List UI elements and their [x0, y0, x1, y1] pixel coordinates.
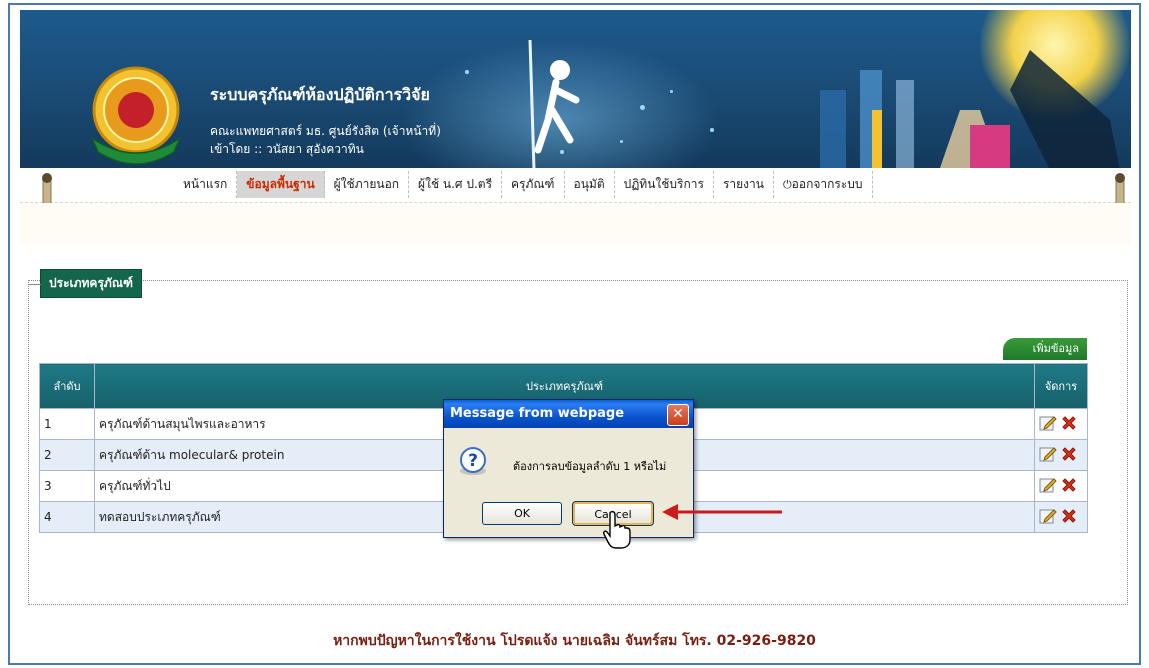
menu-item-report[interactable]: รายงาน [714, 170, 774, 198]
edit-icon[interactable] [1039, 446, 1057, 462]
question-icon: ? [460, 447, 486, 475]
row-no: 2 [39, 439, 95, 471]
column-header-no: ลำดับ [39, 363, 95, 409]
menu-item-approve[interactable]: อนุมัติ [565, 170, 615, 198]
edit-icon[interactable] [1039, 415, 1057, 431]
banner-sparkle [710, 128, 714, 132]
delete-icon[interactable] [1061, 415, 1077, 431]
svg-text:?: ? [468, 451, 478, 471]
add-data-button[interactable]: เพิ่มข้อมูล [1003, 338, 1087, 360]
edit-icon[interactable] [1039, 508, 1057, 524]
row-actions [1034, 501, 1088, 533]
row-no: 3 [39, 470, 95, 502]
dialog-title: Message from webpage [450, 406, 625, 421]
header-banner: ระบบครุภัณฑ์ห้องปฏิบัติการวิจัย คณะแพทยศ… [20, 10, 1131, 168]
delete-icon[interactable] [1061, 446, 1077, 462]
row-no: 4 [39, 501, 95, 533]
dialog-titlebar: Message from webpage ✕ [444, 400, 693, 428]
delete-icon[interactable] [1061, 477, 1077, 493]
menu-item-external-users[interactable]: ผู้ใช้ภายนอก [325, 170, 410, 198]
close-icon: ✕ [672, 406, 684, 422]
site-title: ระบบครุภัณฑ์ห้องปฏิบัติการวิจัย [210, 85, 430, 104]
banner-sparkle [640, 105, 645, 110]
banner-figure-graphic [528, 40, 580, 168]
menu-item-student-users[interactable]: ผู้ใช้ น.ศ ป.ตรี [409, 170, 503, 198]
footer-contact: หากพบปัญหาในการใช้งาน โปรดแจ้ง นายเฉลิม … [333, 633, 816, 649]
menu-item-calendar[interactable]: ปฏิทินใช้บริการ [615, 170, 714, 198]
menu-item-logout-label: ออกจากระบบ [791, 176, 863, 191]
delete-icon[interactable] [1061, 508, 1077, 524]
site-subtitle: คณะแพทยศาสตร์ มธ. ศูนย์รังสิต (เจ้าหน้าท… [210, 124, 441, 138]
confirm-dialog: Message from webpage ✕ ? ต้องการลบข้อมูล… [443, 399, 694, 538]
menu-item-home[interactable]: หน้าแรก [174, 170, 238, 198]
banner-sparkle [620, 140, 623, 143]
logout-icon: ⏻ [782, 177, 792, 191]
row-actions [1034, 470, 1088, 502]
row-actions [1034, 408, 1088, 440]
row-no: 1 [39, 408, 95, 440]
hand-cursor-icon [603, 510, 631, 549]
banner-lab-graphic [820, 50, 1120, 168]
column-header-manage: จัดการ [1034, 363, 1088, 409]
banner-sparkle [670, 90, 673, 93]
dialog-close-button[interactable]: ✕ [667, 404, 689, 426]
banner-sparkle [465, 70, 469, 74]
menu-spacer [20, 203, 1131, 245]
edit-icon[interactable] [1039, 477, 1057, 493]
section-legend: ประเภทครุภัณฑ์ [29, 269, 142, 298]
menu-item-equipment[interactable]: ครุภัณฑ์ [502, 170, 565, 198]
menu-item-basic-data[interactable]: ข้อมูลพื้นฐาน [237, 170, 325, 198]
logged-in-user: เข้าโดย :: วนัสยา สุอังควาทิน [210, 142, 364, 156]
dialog-message: ต้องการลบข้อมูลลำดับ 1 หรือไม่ [513, 460, 667, 473]
row-actions [1034, 439, 1088, 471]
main-menu: หน้าแรก ข้อมูลพื้นฐาน ผู้ใช้ภายนอก ผู้ใช… [174, 170, 873, 198]
ok-button[interactable]: OK [482, 502, 562, 525]
annotation-arrow-icon [662, 504, 782, 520]
menu-item-logout[interactable]: ⏻ออกจากระบบ [774, 170, 873, 198]
faculty-logo [90, 66, 182, 165]
